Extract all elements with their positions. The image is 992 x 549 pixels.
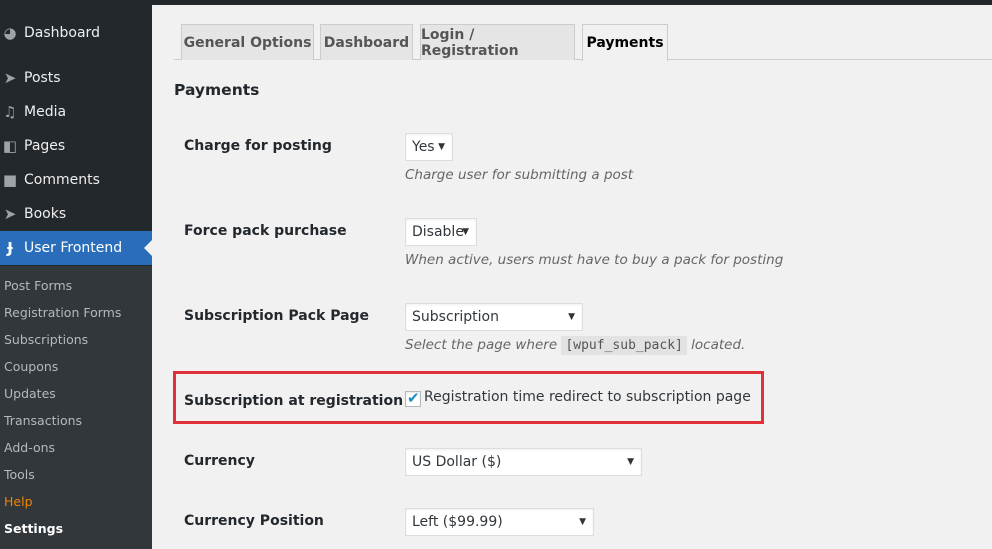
chevron-down-icon: ▼ [438,142,445,152]
select-value: Left ($99.99) [412,514,503,530]
menu-item-media[interactable]: ♫ Media [0,95,152,129]
pin-icon: ➤ [3,205,17,223]
select-value: Subscription [412,309,499,325]
tab-general-options[interactable]: General Options [181,24,314,60]
menu-label: Media [24,104,67,120]
menu-label: Dashboard [24,25,100,41]
admin-sidebar: ◕ Dashboard ➤ Posts ♫ Media ◧ Pages ■ Co… [0,0,152,549]
select-value: US Dollar ($) [412,454,502,470]
tab-login-registration[interactable]: Login / Registration [420,24,575,60]
menu-label: Posts [24,70,61,86]
dashboard-icon: ◕ [3,24,17,42]
menu-label: User Frontend [24,240,123,256]
charge-for-posting-select[interactable]: Yes ▼ [405,133,453,161]
submenu-updates[interactable]: Updates [4,384,56,404]
subscription-pack-page-description: Select the page where [wpuf_sub_pack] lo… [405,336,746,355]
menu-item-user-frontend[interactable]: Ɉ User Frontend [0,231,152,265]
select-value: Yes [412,139,435,155]
chevron-down-icon: ▼ [462,227,469,237]
pin-icon: ➤ [3,69,17,87]
subscription-pack-page-label: Subscription Pack Page [184,308,370,324]
user-frontend-submenu: Post Forms Registration Forms Subscripti… [0,266,152,549]
submenu-settings[interactable]: Settings [4,519,63,539]
charge-for-posting-label: Charge for posting [184,138,332,154]
submenu-tools[interactable]: Tools [4,465,35,485]
submenu-subscriptions[interactable]: Subscriptions [4,330,88,350]
pages-icon: ◧ [2,137,18,155]
description-text: located. [691,337,746,353]
chevron-down-icon: ▼ [579,517,586,527]
menu-label: Books [24,206,67,222]
submenu-post-forms[interactable]: Post Forms [4,276,72,296]
charge-for-posting-description: Charge user for submitting a post [405,167,634,183]
currency-select[interactable]: US Dollar ($) ▼ [405,448,642,476]
menu-item-dashboard[interactable]: ◕ Dashboard [0,16,152,50]
force-pack-purchase-description: When active, users must have to buy a pa… [405,252,784,268]
force-pack-purchase-select[interactable]: Disable ▼ [405,218,477,246]
force-pack-purchase-label: Force pack purchase [184,223,347,239]
media-icon: ♫ [3,103,17,121]
menu-label: Pages [24,138,66,154]
menu-item-comments[interactable]: ■ Comments [0,163,152,197]
tab-dashboard[interactable]: Dashboard [320,24,413,60]
section-title: Payments [174,81,260,99]
submenu-registration-forms[interactable]: Registration Forms [4,303,121,323]
currency-position-label: Currency Position [184,513,324,529]
subscription-at-registration-checkbox[interactable]: ✔ [405,389,421,407]
checkmark-icon: ✔ [407,389,420,407]
subscription-at-registration-checkbox-label[interactable]: Registration time redirect to subscripti… [424,389,751,405]
currency-label: Currency [184,453,255,469]
shortcode: [wpuf_sub_pack] [561,336,687,355]
chevron-down-icon: ▼ [568,312,575,322]
select-value: Disable [412,224,464,240]
menu-label: Comments [24,172,100,188]
subscription-pack-page-select[interactable]: Subscription ▼ [405,303,583,331]
submenu-add-ons[interactable]: Add-ons [4,438,55,458]
wpuf-logo-icon: Ɉ [7,239,13,257]
tab-payments[interactable]: Payments [582,24,668,61]
menu-item-books[interactable]: ➤ Books [0,197,152,231]
submenu-coupons[interactable]: Coupons [4,357,58,377]
settings-tabs: General Options Dashboard Login / Regist… [174,24,992,61]
submenu-help[interactable]: Help [4,492,33,512]
currency-position-select[interactable]: Left ($99.99) ▼ [405,508,594,536]
submenu-transactions[interactable]: Transactions [4,411,82,431]
chevron-down-icon: ▼ [627,457,634,467]
subscription-at-registration-label: Subscription at registration [184,393,404,409]
menu-item-posts[interactable]: ➤ Posts [0,61,152,95]
comment-icon: ■ [2,171,18,189]
menu-item-pages[interactable]: ◧ Pages [0,129,152,163]
admin-top-bar [152,0,992,5]
description-text: Select the page where [405,337,558,353]
